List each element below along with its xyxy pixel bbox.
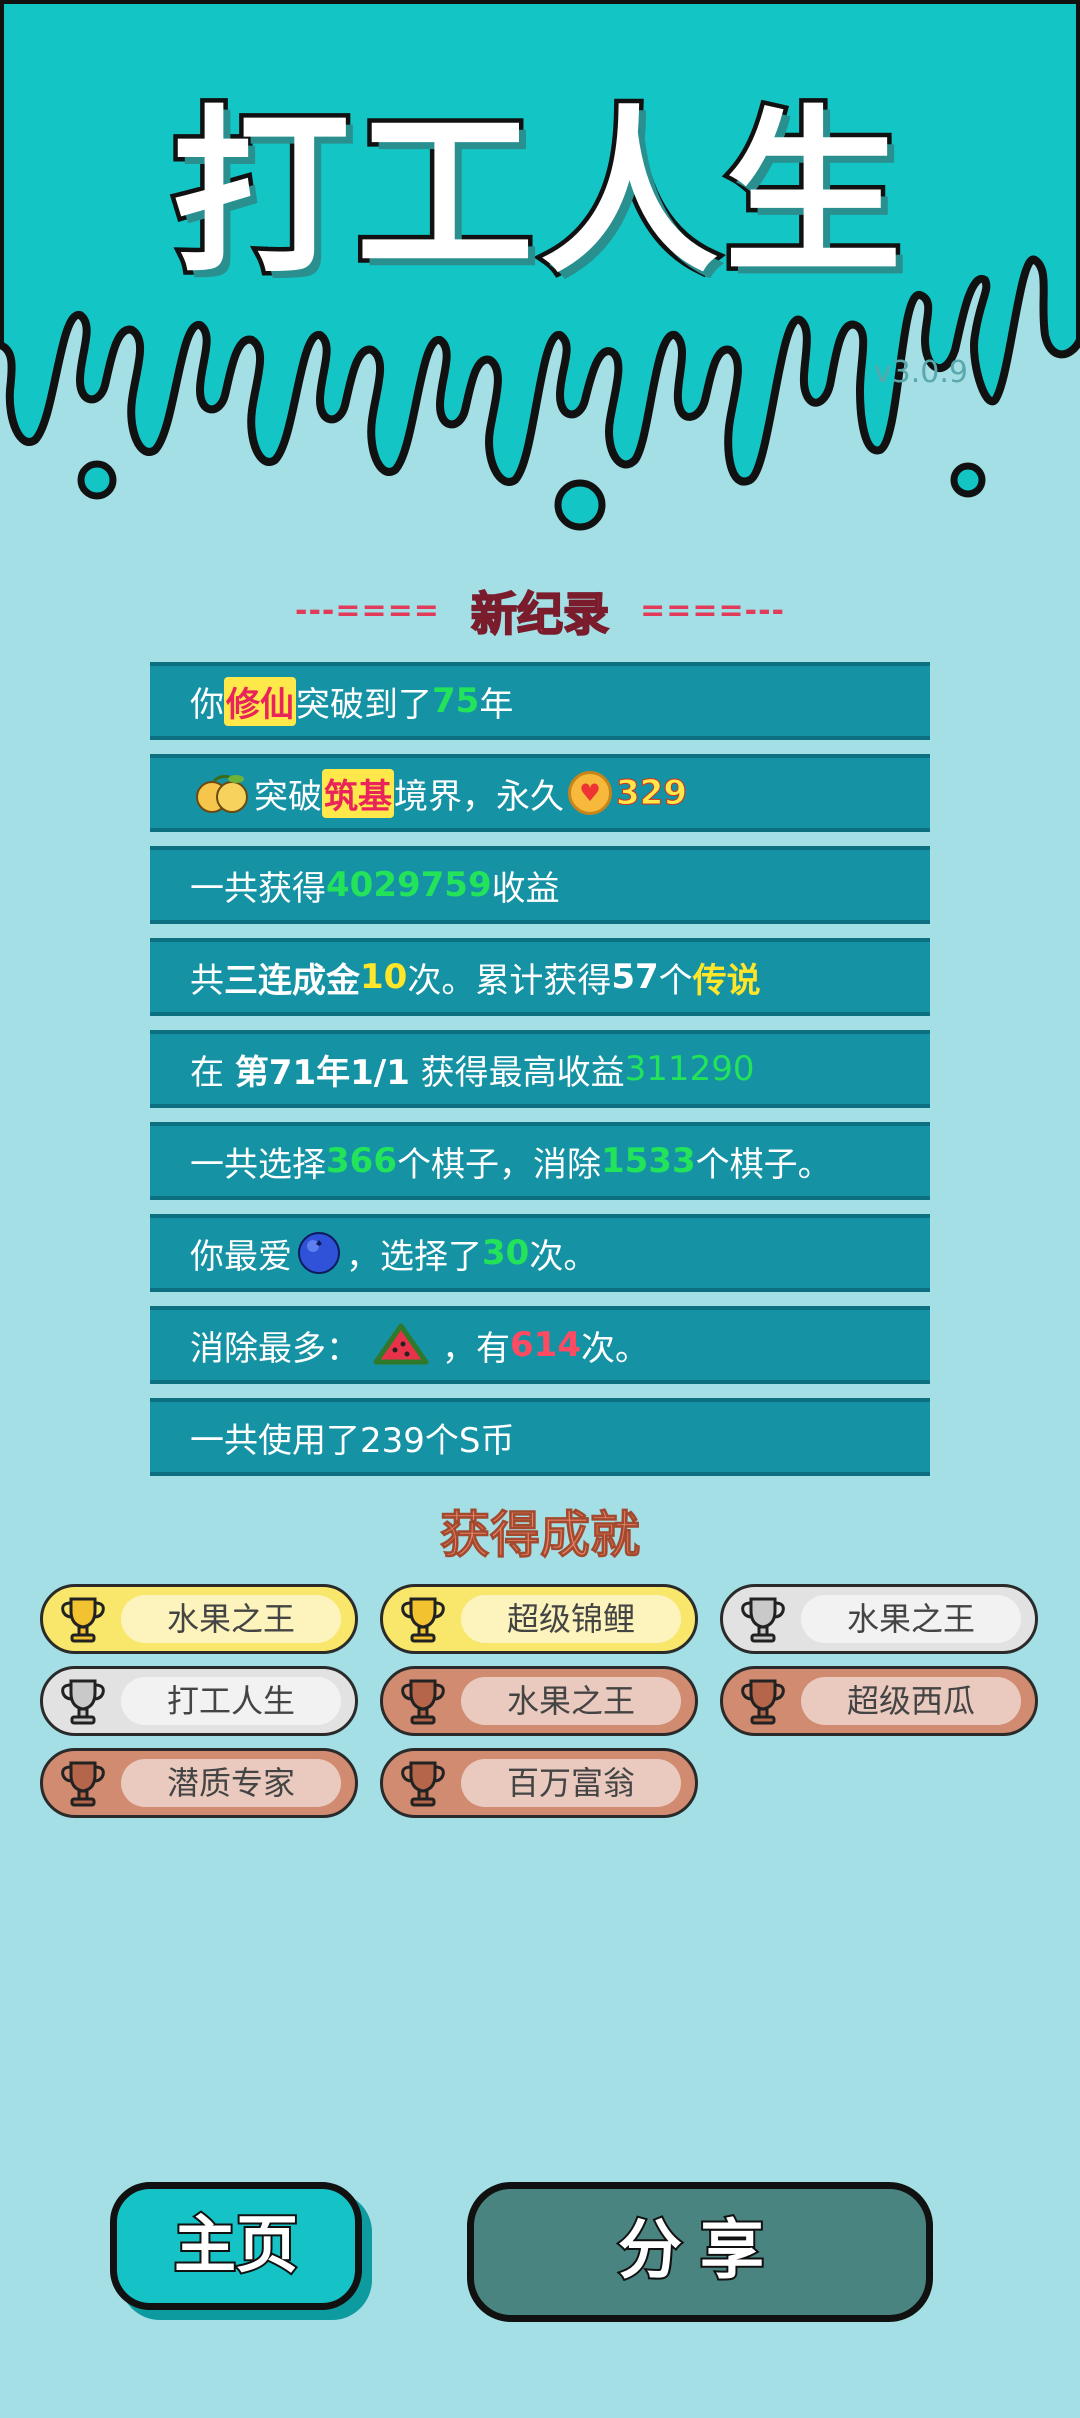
game-title: 打工人生 <box>168 90 908 297</box>
row-highlight: 传说 <box>692 960 761 1001</box>
row-text: 共 <box>190 960 224 1001</box>
row-value: 57 <box>611 957 659 997</box>
row-text: ，有 <box>442 1328 510 1369</box>
record-row-coins: 一共使用了239个S币 <box>150 1398 930 1476</box>
watermelon-icon <box>373 1323 429 1365</box>
row-text: 年 <box>479 684 514 725</box>
version-label: v3.0.9 <box>873 355 968 390</box>
achievements-title: 获得成就 <box>440 1506 641 1565</box>
record-row-breakthrough: 突破 筑基 境界，永久 ♥ 329 <box>150 754 930 832</box>
achievement-label: 潜质专家 <box>121 1759 341 1807</box>
record-row-most-eliminated: 消除最多： ，有 614 次。 <box>150 1306 930 1384</box>
achievement-label: 打工人生 <box>121 1677 341 1725</box>
home-button[interactable]: 主页 <box>110 2182 362 2310</box>
row-text: 个 <box>658 960 693 1001</box>
achievement-badge[interactable]: 水果之王 <box>380 1666 698 1736</box>
achievement-label: 百万富翁 <box>461 1759 681 1807</box>
achievement-badge[interactable]: 打工人生 <box>40 1666 358 1736</box>
achievement-label: 水果之王 <box>461 1677 681 1725</box>
row-highlight: 筑基 <box>322 768 394 818</box>
row-value: 329 <box>616 773 688 814</box>
achievement-badge[interactable]: 超级西瓜 <box>720 1666 1038 1736</box>
trophy-icon <box>401 1679 445 1725</box>
row-text: 你 <box>190 684 224 725</box>
achievement-badge[interactable]: 潜质专家 <box>40 1748 358 1818</box>
record-row-pieces: 一共选择 366 个棋子，消除 1533 个棋子。 <box>150 1122 930 1200</box>
heart-coin-icon: ♥ <box>568 771 612 815</box>
row-text: 一共选择 <box>190 1144 326 1185</box>
achievement-badge[interactable]: 水果之王 <box>40 1584 358 1654</box>
record-row-triple: 共 三连成金 10 次。累计获得 57 个 传说 <box>150 938 930 1016</box>
achievement-label: 水果之王 <box>801 1595 1021 1643</box>
row-highlight: 三连成金 <box>224 960 360 1001</box>
row-text: 突破到了 <box>296 684 432 725</box>
row-value: 311290 <box>624 1049 755 1089</box>
row-text: 一共使用了239个S币 <box>190 1420 515 1461</box>
record-row-cultivation: 你 修仙 突破到了 75 年 <box>150 662 930 740</box>
trophy-icon <box>401 1761 445 1807</box>
row-text: 个棋子，消除 <box>396 1144 601 1185</box>
row-text: 获得最高收益 <box>409 1052 625 1093</box>
trophy-icon <box>741 1679 785 1725</box>
row-value: 30 <box>482 1233 530 1273</box>
achievement-badge[interactable]: 水果之王 <box>720 1584 1038 1654</box>
share-button[interactable]: 分享 <box>467 2182 933 2322</box>
row-text: 境界，永久 <box>394 776 564 817</box>
record-row-best-income: 在 第71年1/1 获得最高收益 311290 <box>150 1030 930 1108</box>
achievement-label: 超级锦鲤 <box>461 1595 681 1643</box>
row-text: 你最爱 <box>190 1236 292 1277</box>
record-header: ---==== 新纪录 ====--- <box>0 578 1080 644</box>
row-text: 次。累计获得 <box>407 960 612 1001</box>
record-row-favorite: 你最爱 ，选择了 30 次。 <box>150 1214 930 1292</box>
row-highlight: 第71年1/1 <box>234 1052 410 1093</box>
achievement-badge[interactable]: 超级锦鲤 <box>380 1584 698 1654</box>
trophy-icon <box>61 1597 105 1643</box>
row-value: 366 <box>326 1141 397 1181</box>
row-value: 75 <box>432 681 480 721</box>
row-text: 在 <box>190 1052 235 1093</box>
record-right-dashes: ====--- <box>640 593 785 629</box>
trophy-icon <box>741 1597 785 1643</box>
row-value: 1533 <box>600 1141 696 1181</box>
row-highlight: 修仙 <box>224 676 296 726</box>
row-text: 一共获得 <box>190 868 326 909</box>
achievement-badge[interactable]: 百万富翁 <box>380 1748 698 1818</box>
row-text: 突破 <box>254 776 322 817</box>
orange-pair-icon <box>196 774 248 813</box>
row-text: 次。 <box>580 1328 649 1369</box>
row-value: 4029759 <box>326 865 492 905</box>
record-list: 你 修仙 突破到了 75 年 突破 筑基 境界，永久 ♥ 329 一共获得 40… <box>150 662 930 1490</box>
trophy-icon <box>61 1761 105 1807</box>
row-text: 消除最多： <box>190 1328 360 1369</box>
trophy-icon <box>401 1597 445 1643</box>
row-value: 10 <box>360 957 408 997</box>
blueberry-icon <box>298 1232 340 1274</box>
trophy-icon <box>61 1679 105 1725</box>
record-title: 新纪录 <box>470 586 610 642</box>
achievement-label: 水果之王 <box>121 1595 341 1643</box>
row-text: ，选择了 <box>346 1236 482 1277</box>
row-text: 个棋子。 <box>695 1144 832 1185</box>
record-row-earnings: 一共获得 4029759 收益 <box>150 846 930 924</box>
achievement-label: 超级西瓜 <box>801 1677 1021 1725</box>
row-text: 收益 <box>491 868 560 909</box>
row-text: 次。 <box>529 1236 598 1277</box>
row-value: 614 <box>510 1325 581 1365</box>
record-left-dashes: ---==== <box>295 593 440 629</box>
